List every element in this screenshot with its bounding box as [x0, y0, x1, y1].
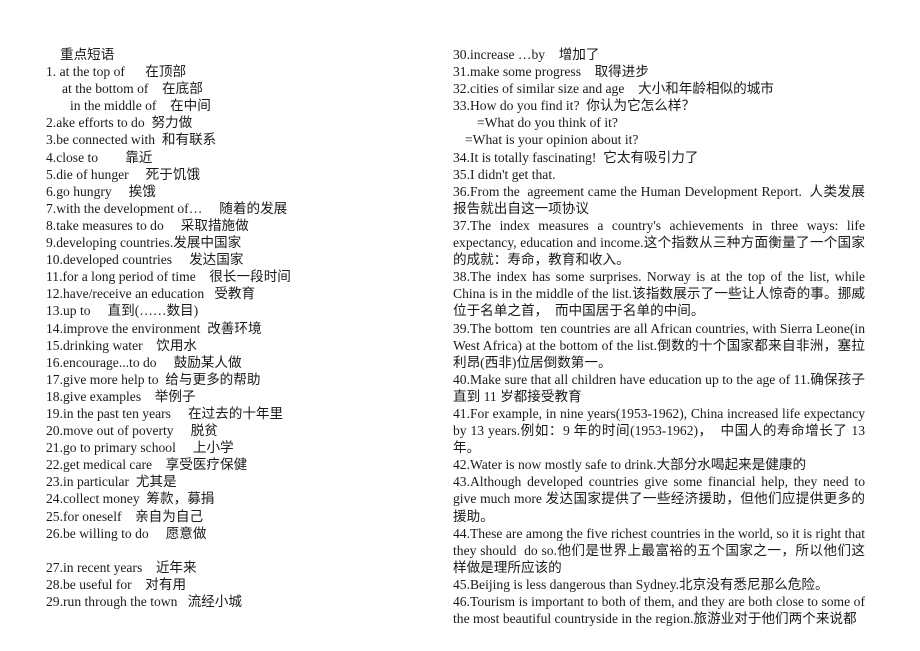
phrase-item-32: 32.cities of similar size and age 大小和年龄相… [453, 81, 774, 97]
phrase-item-1: 1. at the top of 在顶部 [46, 64, 187, 80]
phrase-item-2: 2.ake efforts to do 努力做 [46, 115, 193, 131]
phrase-item-28: 28.be useful for 对有用 [46, 576, 187, 592]
phrase-item-7: 7.with the development of… 随着的发展 [46, 200, 288, 216]
phrase-item-18: 18.give examples 举例子 [46, 388, 196, 404]
phrase-item-42: 42.Water is now mostly safe to drink.大部分… [453, 457, 807, 473]
phrase-item-24: 24.collect money 筹款，募捐 [46, 491, 215, 507]
phrase-item-38: 38.The index has some surprises. Norway … [453, 269, 869, 319]
phrase-item-25: 25.for oneself 亲自为自己 [46, 508, 204, 524]
phrase-item-23: 23.in particular 尤其是 [46, 474, 177, 490]
phrase-item-33c: =What is your opinion about it? [465, 132, 639, 148]
phrase-item-10: 10.developed countries 发达国家 [46, 252, 244, 268]
phrase-item-43: 43.Although developed countries give som… [453, 474, 869, 524]
left-column: 重点短语 1. at the top of 在顶部 at the bottom o… [46, 46, 376, 610]
phrase-item-29: 29.run through the town 流经小城 [46, 594, 242, 609]
phrase-item-16: 16.encourage...to do 鼓励某人做 [46, 354, 242, 370]
phrase-item-12: 12.have/receive an education 受教育 [46, 286, 256, 302]
phrase-item-33: 33.How do you find it? 你认为它怎么样？ [453, 98, 696, 114]
two-column-layout: 重点短语 1. at the top of 在顶部 at the bottom o… [0, 0, 920, 651]
phrase-item-31: 31.make some progress 取得进步 [453, 64, 649, 80]
phrase-item-9: 9.developing countries.发展中国家 [46, 235, 242, 251]
phrase-item-46: 46.Tourism is important to both of them,… [453, 594, 869, 627]
phrase-item-13: 13.up to 直到(……数目) [46, 303, 199, 319]
phrase-item-39: 39.The bottom ten countries are all Afri… [453, 320, 869, 370]
phrase-item-19: 19.in the past ten years 在过去的十年里 [46, 405, 284, 421]
phrase-item-1c: in the middle of 在中间 [70, 98, 211, 114]
phrase-item-37: 37.The index measures a country's achiev… [453, 217, 869, 268]
phrase-item-6: 6.go hungry 挨饿 [46, 183, 156, 199]
phrase-item-45: 45.Beijing is less dangerous than Sydney… [453, 576, 829, 592]
left-column-phrase-list: 1. at the top of 在顶部 at the bottom of 在底部… [46, 63, 376, 610]
phrase-item-14: 14.improve the environment 改善环境 [46, 320, 262, 336]
phrase-spacer-1 [46, 542, 376, 559]
phrase-item-5: 5.die of hunger 死于饥饿 [46, 166, 201, 182]
phrase-item-22: 22.get medical care 享受医疗保健 [46, 457, 248, 473]
phrase-item-15: 15.drinking water 饮用水 [46, 337, 198, 353]
phrase-item-11: 11.for a long period of time 很长一段时间 [46, 269, 291, 285]
phrase-item-1b: at the bottom of 在底部 [62, 81, 203, 97]
phrase-item-8: 8.take measures to do 采取措施做 [46, 217, 249, 233]
phrase-item-35: 35.I didn't get that. [453, 166, 556, 182]
phrase-item-3: 3.be connected with 和有联系 [46, 132, 217, 148]
phrase-item-44: 44.These are among the five richest coun… [453, 525, 869, 575]
phrase-item-21: 21.go to primary school 上小学 [46, 440, 234, 456]
phrase-item-41: 41.For example, in nine years(1953-1962)… [453, 405, 869, 456]
right-column-phrase-list: 30.increase …by 增加了 31.make some progress… [453, 46, 865, 627]
phrase-item-20: 20.move out of poverty 脱贫 [46, 423, 218, 439]
page-title: 重点短语 [60, 47, 115, 62]
phrase-item-27: 27.in recent years 近年来 [46, 559, 197, 575]
phrase-item-33b: =What do you think of it? [477, 115, 618, 131]
document-page: 重点短语 1. at the top of 在顶部 at the bottom o… [0, 0, 920, 651]
phrase-item-26: 26.be willing to do 愿意做 [46, 525, 207, 541]
right-column: 30.increase …by 增加了 31.make some progress… [453, 46, 865, 627]
phrase-item-34: 34.It is totally fascinating! 它太有吸引力了 [453, 149, 699, 165]
phrase-item-30: 30.increase …by 增加了 [453, 47, 600, 62]
phrase-item-36: 36.From the agreement came the Human Dev… [453, 183, 865, 216]
phrase-item-4: 4.close to 靠近 [46, 149, 153, 165]
phrase-item-17: 17.give more help to 给与更多的帮助 [46, 371, 261, 387]
phrase-item-40: 40.Make sure that all children have educ… [453, 371, 865, 404]
